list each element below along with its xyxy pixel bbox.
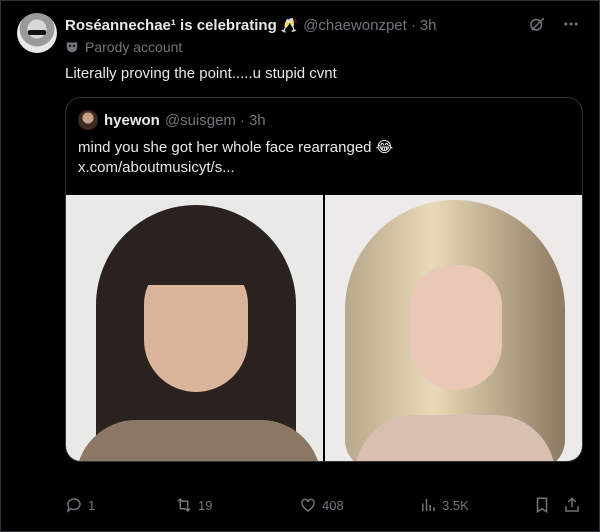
like-count: 408 — [322, 497, 344, 513]
reply-icon — [66, 498, 81, 513]
parody-text: Parody account — [85, 39, 183, 55]
views-button[interactable]: 3.5K — [419, 496, 469, 514]
bookmark-icon — [536, 497, 548, 514]
more-icon[interactable] — [561, 14, 581, 34]
repost-count: 19 — [198, 497, 213, 513]
views-icon — [422, 499, 435, 511]
quoted-link[interactable]: x.com/aboutmusicyt/s... — [78, 158, 558, 178]
handle[interactable]: @chaewonzpet — [303, 17, 407, 34]
media-image-right[interactable] — [325, 195, 582, 461]
quoted-handle[interactable]: @suisgem — [165, 112, 236, 129]
mask-icon — [66, 42, 78, 53]
quoted-text-line: mind you she got her whole face rearrang… — [78, 139, 394, 156]
display-name[interactable]: Roséannechae¹ is celebrating — [65, 17, 277, 34]
quoted-post-text: mind you she got her whole face rearrang… — [78, 138, 558, 178]
quoted-media — [66, 195, 582, 461]
timestamp[interactable]: 3h — [420, 17, 437, 34]
grok-icon[interactable] — [527, 14, 547, 34]
avatar[interactable] — [17, 13, 57, 53]
quoted-post[interactable]: hyewon @suisgem · 3h mind you she got he… — [65, 97, 583, 462]
quoted-timestamp[interactable]: 3h — [249, 112, 266, 129]
reply-count: 1 — [88, 497, 96, 513]
post-top-actions — [527, 14, 581, 34]
share-icon — [565, 497, 579, 512]
action-bar: 1 19 408 3.5K — [65, 496, 585, 518]
share-button[interactable] — [563, 496, 581, 514]
celebrate-icon: 🥂 — [280, 16, 299, 33]
parody-label: Parody account — [65, 39, 182, 55]
quoted-separator: · — [239, 111, 245, 129]
separator: · — [410, 16, 416, 34]
bookmark-button[interactable] — [533, 496, 551, 514]
like-button[interactable]: 408 — [299, 496, 344, 514]
heart-icon — [301, 498, 315, 512]
post-text: Literally proving the point.....u stupid… — [65, 65, 337, 82]
media-image-left[interactable] — [66, 195, 323, 461]
repost-icon — [177, 497, 191, 513]
post-container: Roséannechae¹ is celebrating 🥂 @chaewonz… — [0, 0, 600, 532]
repost-button[interactable]: 19 — [175, 496, 212, 514]
reply-button[interactable]: 1 — [65, 496, 95, 514]
quoted-post-header: hyewon @suisgem · 3h — [78, 110, 266, 130]
post-header: Roséannechae¹ is celebrating 🥂 @chaewonz… — [65, 14, 583, 36]
quoted-avatar[interactable] — [78, 110, 98, 130]
quoted-display-name[interactable]: hyewon — [104, 112, 160, 129]
views-count: 3.5K — [442, 497, 469, 513]
